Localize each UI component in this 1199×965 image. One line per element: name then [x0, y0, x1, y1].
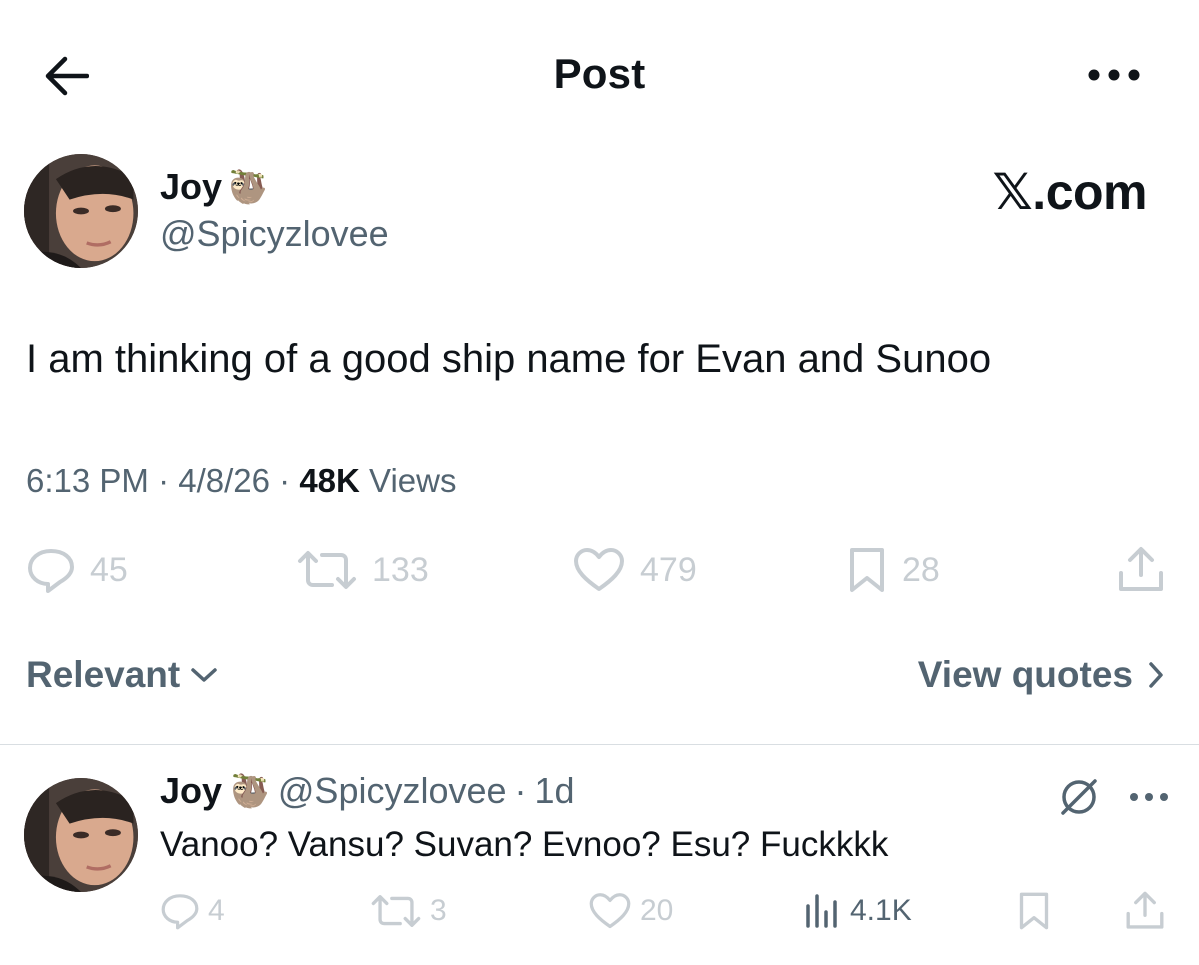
avatar-photo	[24, 154, 138, 268]
chevron-right-icon	[1149, 662, 1163, 688]
reply-count: 45	[90, 550, 128, 589]
repost-icon	[298, 551, 356, 589]
more-options-button[interactable]	[1084, 60, 1144, 90]
reply-more-button[interactable]	[1126, 782, 1172, 812]
reply-author-avatar[interactable]	[24, 778, 138, 892]
sort-relevant-dropdown[interactable]: Relevant	[26, 654, 218, 696]
divider	[0, 744, 1199, 745]
reply-separator: ·	[514, 770, 527, 811]
reply-views-button[interactable]: 4.1K	[802, 888, 912, 934]
chevron-down-icon	[191, 668, 217, 682]
reply-actions: 4 3 20 4.1K	[0, 888, 1199, 934]
reply-time[interactable]: 1d	[535, 770, 575, 812]
top-bar: Post	[0, 0, 1199, 150]
reply-icon	[28, 549, 74, 593]
bookmark-icon	[1019, 892, 1049, 930]
views-label: Views	[359, 462, 457, 499]
post-time[interactable]: 6:13 PM	[26, 462, 149, 499]
reply-repost-count: 3	[430, 894, 447, 927]
bookmark-count: 28	[902, 550, 940, 589]
repost-icon	[371, 895, 421, 927]
share-icon	[1126, 891, 1164, 929]
repost-button[interactable]: 133	[296, 540, 429, 600]
heart-icon	[574, 548, 624, 591]
author-avatar[interactable]	[24, 154, 138, 268]
post-meta: 6:13 PM · 4/8/26 · 48K Views	[26, 462, 456, 500]
share-button[interactable]	[1116, 540, 1166, 600]
like-button[interactable]: 479	[572, 540, 697, 600]
grok-icon	[1061, 779, 1097, 815]
view-quotes-label: View quotes	[917, 654, 1133, 695]
reply-button[interactable]: 45	[26, 540, 128, 600]
sort-label: Relevant	[26, 654, 181, 695]
post-actions: 45 133 479 28	[0, 540, 1199, 600]
x-brand-watermark: 𝕏.com	[992, 164, 1148, 220]
author-name: Joy	[160, 166, 223, 207]
reply-reply-button[interactable]: 4	[160, 888, 225, 934]
reply-reply-count: 4	[208, 894, 225, 927]
bookmark-button[interactable]: 28	[846, 540, 940, 600]
more-horizontal-icon	[1088, 69, 1140, 81]
heart-icon	[589, 893, 631, 929]
post-text: I am thinking of a good ship name for Ev…	[26, 337, 992, 381]
reply-like-count: 20	[640, 894, 674, 927]
avatar-photo	[24, 778, 138, 892]
author-handle[interactable]: @Spicyzlovee	[160, 213, 389, 255]
sloth-emoji: 🦥	[230, 773, 270, 809]
view-quotes-link[interactable]: View quotes	[918, 654, 1165, 696]
sloth-emoji: 🦥	[228, 169, 268, 205]
reply-bookmark-button[interactable]	[1016, 888, 1052, 934]
reply-icon	[161, 894, 199, 930]
like-count: 479	[640, 550, 697, 589]
meta-separator: ·	[148, 462, 179, 499]
reply-author-name[interactable]: Joy	[160, 770, 222, 812]
author-name-row[interactable]: Joy 🦥	[160, 166, 268, 208]
grok-button[interactable]	[1056, 774, 1102, 820]
page-title: Post	[553, 50, 646, 97]
meta-separator: ·	[269, 462, 300, 499]
analytics-icon	[806, 894, 837, 928]
reply-author-handle[interactable]: @Spicyzlovee	[278, 770, 507, 812]
bookmark-icon	[850, 548, 884, 592]
views-count: 48K	[299, 462, 360, 499]
share-icon	[1119, 547, 1163, 591]
reply-like-button[interactable]: 20	[588, 888, 673, 934]
reply-share-button[interactable]	[1124, 888, 1166, 934]
reply-repost-button[interactable]: 3	[370, 888, 447, 934]
reply-views-count: 4.1K	[850, 894, 912, 927]
repost-count: 133	[372, 550, 429, 589]
more-horizontal-icon	[1130, 793, 1168, 801]
replies-sort-bar: Relevant View quotes	[0, 650, 1199, 710]
post-date[interactable]: 4/8/26	[178, 462, 270, 499]
reply-text: Vanoo? Vansu? Suvan? Evnoo? Esu? Fuckkkk	[160, 825, 889, 864]
reply-header: Joy 🦥 @Spicyzlovee · 1d	[160, 770, 575, 812]
